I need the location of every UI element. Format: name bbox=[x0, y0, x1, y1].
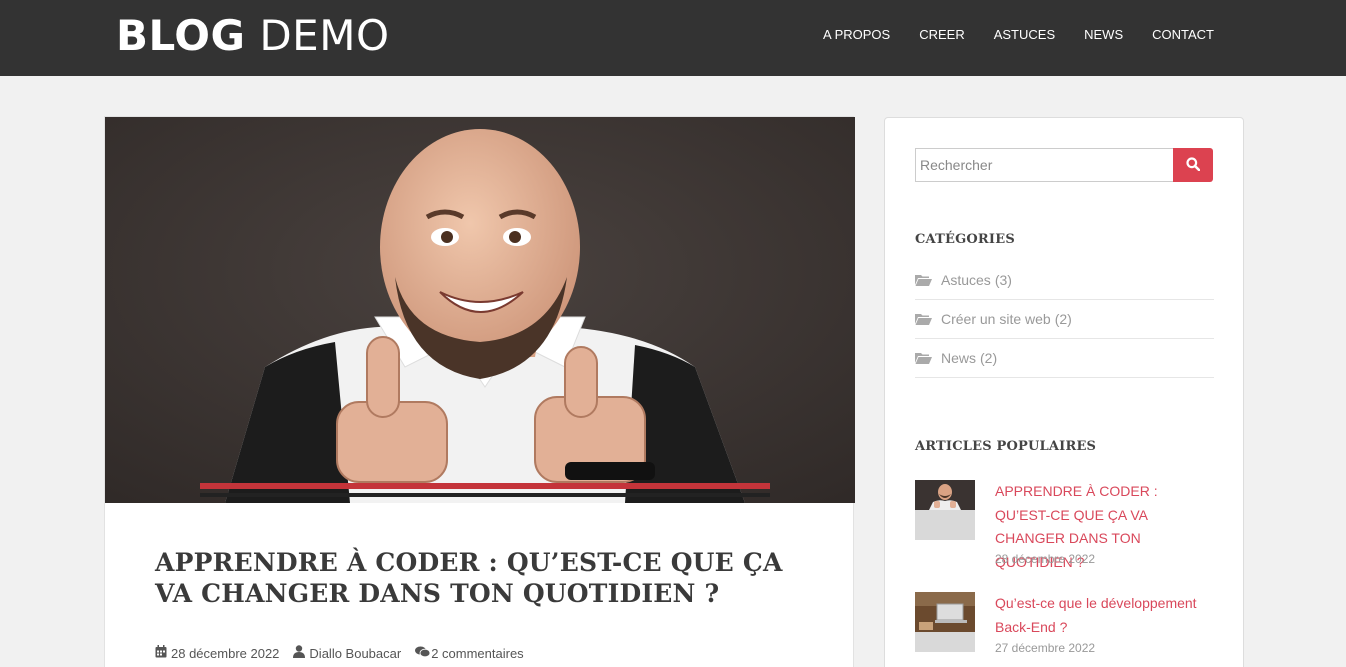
sidebar: CATÉGORIES Astuces (3) Créer un site web… bbox=[884, 117, 1244, 667]
site-header: BLOG DEMO A PROPOS CREER ASTUCES NEWS CO… bbox=[0, 0, 1346, 76]
category-count: (2) bbox=[1054, 311, 1072, 327]
user-icon bbox=[293, 645, 306, 661]
featured-image-illustration bbox=[105, 117, 855, 503]
categories-title: CATÉGORIES bbox=[915, 232, 1015, 247]
post-author: Diallo Boubacar bbox=[293, 645, 401, 661]
nav-item-creer[interactable]: CREER bbox=[919, 27, 965, 43]
nav-item-astuces[interactable]: ASTUCES bbox=[994, 27, 1055, 43]
post-featured-image[interactable] bbox=[105, 117, 855, 503]
brand-light-text: DEMO bbox=[259, 11, 390, 60]
thumbnail-image bbox=[915, 592, 975, 652]
main-nav: A PROPOS CREER ASTUCES NEWS CONTACT bbox=[794, 27, 1214, 43]
category-count: (2) bbox=[980, 350, 998, 366]
popular-article-thumbnail[interactable] bbox=[915, 480, 975, 540]
popular-article-title[interactable]: Qu’est-ce que le développement Back-End … bbox=[995, 592, 1215, 639]
post-date: 28 décembre 2022 bbox=[155, 645, 279, 661]
category-count: (3) bbox=[994, 272, 1012, 288]
post-meta: 28 décembre 2022 Diallo Boubacar 2 comme… bbox=[155, 645, 538, 661]
category-item-astuces[interactable]: Astuces (3) bbox=[915, 261, 1214, 300]
folder-open-icon bbox=[915, 314, 932, 325]
calendar-icon bbox=[155, 645, 167, 661]
nav-item-news[interactable]: NEWS bbox=[1084, 27, 1123, 43]
post-author-text[interactable]: Diallo Boubacar bbox=[309, 646, 401, 661]
popular-article-thumbnail[interactable] bbox=[915, 592, 975, 652]
category-item-creer-un-site-web[interactable]: Créer un site web (2) bbox=[915, 300, 1214, 339]
post-date-text[interactable]: 28 décembre 2022 bbox=[171, 646, 279, 661]
popular-article-date: 27 décembre 2022 bbox=[995, 641, 1096, 655]
comments-icon bbox=[415, 646, 431, 661]
category-name[interactable]: News bbox=[941, 350, 976, 366]
category-item-news[interactable]: News (2) bbox=[915, 339, 1214, 378]
post-comments-text[interactable]: 2 commentaires bbox=[431, 646, 523, 661]
nav-item-contact[interactable]: CONTACT bbox=[1152, 27, 1214, 43]
search-form bbox=[915, 148, 1214, 182]
popular-article-date: 28 décembre 2022 bbox=[995, 552, 1096, 566]
post-card: APPRENDRE À CODER : QU’EST-CE QUE ÇA VA … bbox=[104, 116, 855, 667]
category-name[interactable]: Astuces bbox=[941, 272, 991, 288]
site-logo[interactable]: BLOG DEMO bbox=[116, 13, 390, 59]
folder-open-icon bbox=[915, 353, 932, 364]
brand-bold-text: BLOG bbox=[116, 11, 246, 60]
post-title[interactable]: APPRENDRE À CODER : QU’EST-CE QUE ÇA VA … bbox=[155, 547, 815, 609]
search-button[interactable] bbox=[1173, 148, 1213, 182]
nav-item-a-propos[interactable]: A PROPOS bbox=[823, 27, 890, 43]
popular-articles-title: ARTICLES POPULAIRES bbox=[915, 439, 1097, 454]
post-comments: 2 commentaires bbox=[415, 646, 524, 661]
category-name[interactable]: Créer un site web bbox=[941, 311, 1051, 327]
categories-list: Astuces (3) Créer un site web (2) News (… bbox=[915, 261, 1214, 378]
search-icon bbox=[1186, 156, 1201, 174]
thumbnail-image bbox=[915, 480, 975, 540]
folder-open-icon bbox=[915, 275, 932, 286]
search-input[interactable] bbox=[915, 148, 1173, 182]
